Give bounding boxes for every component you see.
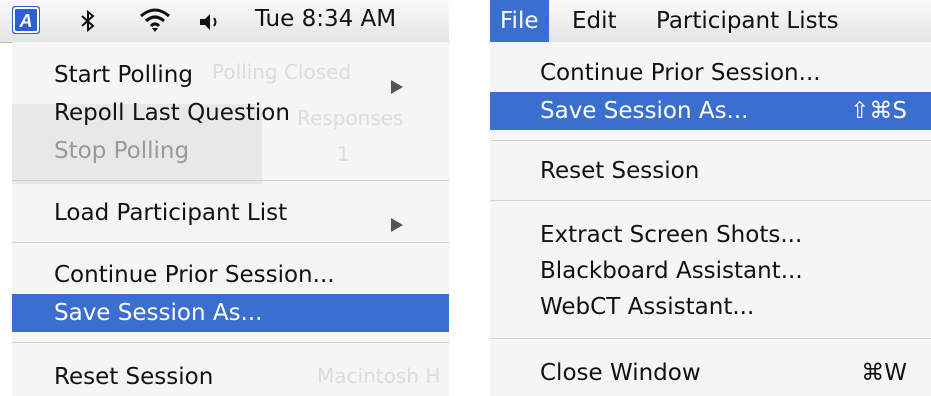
menu-bar-file[interactable]: File bbox=[490, 0, 549, 42]
polling-menu: Polling Closed Responses 1 Macintosh H S… bbox=[12, 42, 449, 396]
app-menu-icon[interactable]: A bbox=[12, 6, 40, 34]
menu-item-label: Save Session As... bbox=[54, 300, 263, 326]
right-menu-panel: File Edit Participant Lists Continue Pri… bbox=[490, 0, 931, 396]
submenu-arrow-icon bbox=[391, 206, 403, 244]
menu-separator bbox=[490, 140, 931, 141]
menu-separator bbox=[490, 338, 931, 339]
menu-item-label: Reset Session bbox=[54, 364, 214, 390]
menu-separator bbox=[12, 180, 449, 181]
menu-item-label: Load Participant List bbox=[54, 200, 288, 226]
menu-item-load-participant-list[interactable]: Load Participant List bbox=[12, 194, 449, 232]
menu-item-reset-session[interactable]: Reset Session bbox=[490, 152, 931, 190]
svg-text:A: A bbox=[19, 11, 33, 31]
menu-item-label: Reset Session bbox=[540, 158, 700, 184]
app-menu-bar: File Edit Participant Lists bbox=[490, 0, 931, 43]
menu-item-stop-polling: Stop Polling bbox=[12, 132, 449, 170]
menu-bar-clock[interactable]: Tue 8:34 AM bbox=[255, 6, 396, 32]
shortcut-shift-cmd-s: ⇧⌘S bbox=[850, 98, 907, 124]
menu-item-extract-screen-shots[interactable]: Extract Screen Shots... bbox=[490, 216, 931, 254]
bluetooth-icon[interactable] bbox=[78, 9, 98, 37]
menu-item-label: WebCT Assistant... bbox=[540, 294, 755, 320]
menu-item-label: Stop Polling bbox=[54, 138, 190, 164]
menu-bar-edit[interactable]: Edit bbox=[572, 0, 617, 42]
menu-bar-participant-lists[interactable]: Participant Lists bbox=[656, 0, 839, 42]
menu-item-blackboard-assistant[interactable]: Blackboard Assistant... bbox=[490, 252, 931, 290]
menu-item-save-session-as[interactable]: Save Session As... ⇧⌘S bbox=[490, 92, 931, 130]
menu-item-label: Extract Screen Shots... bbox=[540, 222, 803, 248]
menu-item-continue-prior-session[interactable]: Continue Prior Session... bbox=[490, 54, 931, 92]
menu-item-save-session-as[interactable]: Save Session As... bbox=[12, 294, 449, 332]
menu-item-label: Blackboard Assistant... bbox=[540, 258, 803, 284]
menu-separator bbox=[12, 242, 449, 243]
menu-separator bbox=[12, 342, 449, 343]
menu-item-webct-assistant[interactable]: WebCT Assistant... bbox=[490, 288, 931, 326]
file-menu: Continue Prior Session... Save Session A… bbox=[490, 42, 931, 396]
menu-item-label: Repoll Last Question bbox=[54, 100, 290, 126]
menu-item-reset-session[interactable]: Reset Session bbox=[12, 358, 449, 396]
menu-item-close-window[interactable]: Close Window ⌘W bbox=[490, 354, 931, 392]
wifi-icon[interactable] bbox=[138, 7, 172, 37]
left-menu-panel: A Tue 8:34 AM Polling Closed Responses 1… bbox=[0, 0, 449, 396]
menu-item-continue-prior-session[interactable]: Continue Prior Session... bbox=[12, 256, 449, 294]
volume-icon[interactable] bbox=[198, 12, 224, 36]
system-menu-bar: A Tue 8:34 AM bbox=[0, 0, 449, 43]
menu-item-label: Continue Prior Session... bbox=[540, 60, 821, 86]
menu-item-label: Start Polling bbox=[54, 62, 193, 88]
menu-item-repoll-last-question[interactable]: Repoll Last Question bbox=[12, 94, 449, 132]
menu-item-label: Save Session As... bbox=[540, 98, 749, 124]
menu-item-label: Continue Prior Session... bbox=[54, 262, 335, 288]
menu-item-label: Close Window bbox=[540, 360, 701, 386]
menu-item-start-polling[interactable]: Start Polling bbox=[12, 56, 449, 94]
shortcut-cmd-w: ⌘W bbox=[861, 360, 907, 386]
menu-separator bbox=[490, 200, 931, 201]
